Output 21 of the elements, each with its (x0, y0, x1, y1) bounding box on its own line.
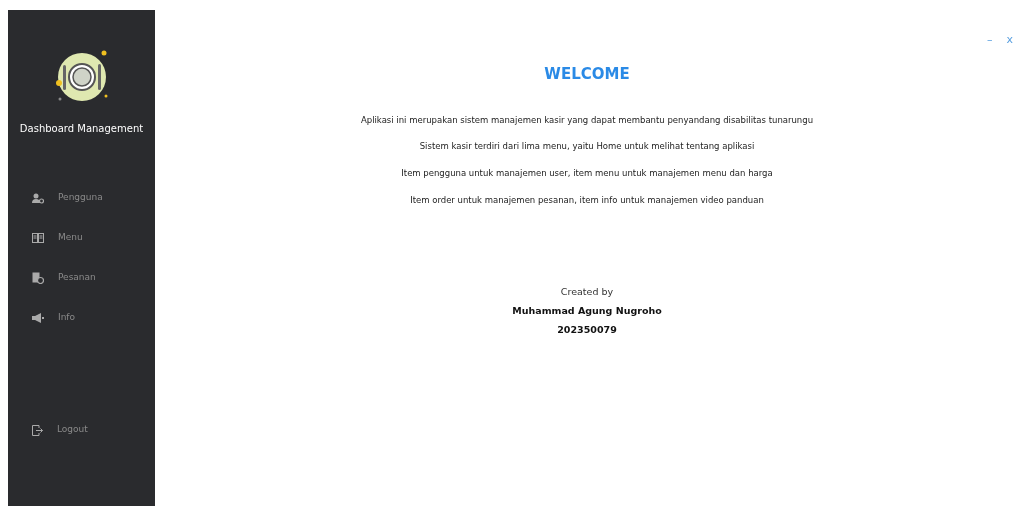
credit-label: Created by (560, 284, 614, 299)
description-text: Aplikasi ini merupakan sistem manajemen kasir yang dapat membantu penyandang disabilitas tunarungu (360, 113, 814, 127)
author-name: Muhammad Agung Nugroho (512, 303, 662, 318)
users-icon (32, 192, 44, 204)
megaphone-icon (32, 313, 44, 323)
nav-item[interactable]: Menu (8, 228, 155, 248)
nav-item[interactable]: Info (8, 308, 155, 328)
description-text: Sistem kasir terdiri dari lima menu, yaitu Home untuk melihat tentang aplikasi (419, 140, 755, 153)
logout-icon (32, 424, 43, 436)
nav-item[interactable]: Pesanan (8, 268, 155, 288)
logout-button[interactable]: Logout (8, 420, 155, 440)
description-text: Item order untuk manajemen pesanan, item info untuk manajemen video panduan (410, 193, 764, 207)
student-id: 202350079 (557, 323, 617, 337)
minimize-button[interactable]: – (987, 32, 993, 49)
nav-item[interactable]: Pengguna (8, 188, 155, 208)
app-title: Dashboard Management (19, 122, 144, 136)
description-text: Item pengguna untuk manajemen user, item menu untuk manajemen menu dan harga (401, 167, 773, 180)
close-button[interactable]: x (1006, 32, 1013, 49)
document-icon (32, 272, 44, 284)
welcome-heading: WELCOME (544, 64, 630, 85)
book-icon (32, 233, 44, 243)
